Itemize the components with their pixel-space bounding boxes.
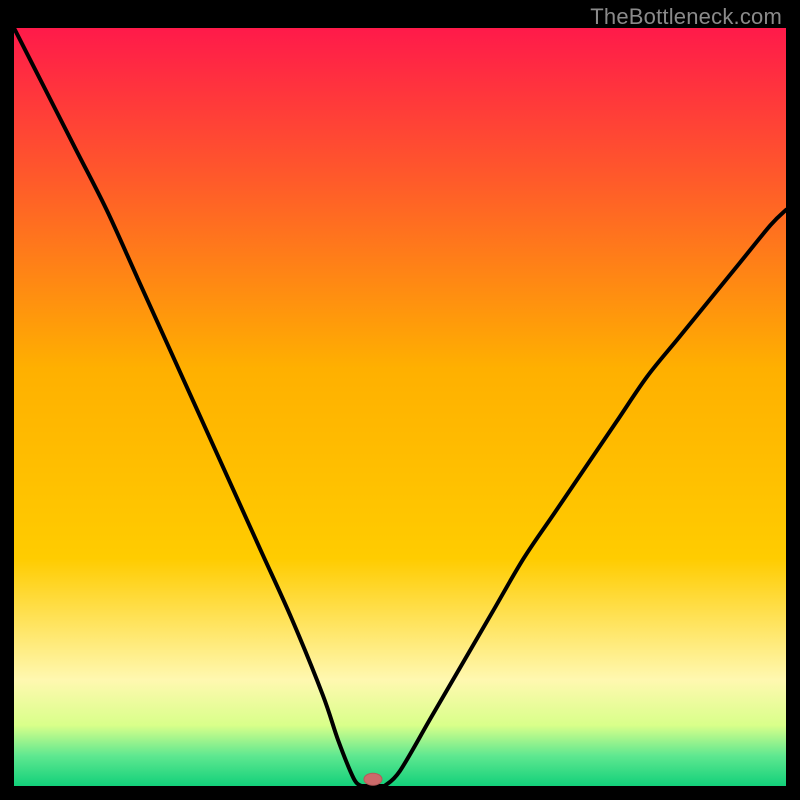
gradient-background <box>14 28 786 786</box>
plot-frame <box>14 28 786 786</box>
chart-container: TheBottleneck.com <box>0 0 800 800</box>
chart-svg <box>14 28 786 786</box>
watermark-text: TheBottleneck.com <box>590 4 782 30</box>
min-marker <box>364 773 382 785</box>
